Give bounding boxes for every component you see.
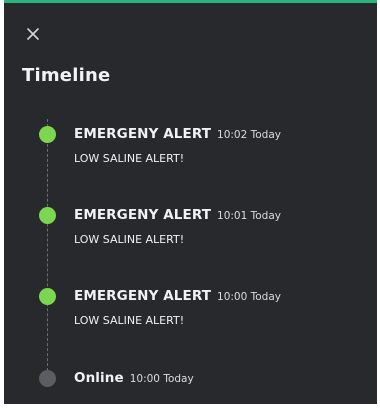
- event-title: Online: [74, 370, 124, 386]
- alert-status-dot: [39, 207, 56, 224]
- event-title: EMERGENY ALERT: [74, 207, 212, 223]
- timeline-panel: Timeline EMERGENY ALERT 10:02 Today LOW S…: [4, 0, 377, 404]
- event-time: 10:01 Today: [217, 210, 281, 222]
- event-time: 10:00 Today: [129, 373, 194, 385]
- event-message: LOW SALINE ALERT!: [74, 152, 185, 165]
- event-title: EMERGENY ALERT: [74, 288, 212, 304]
- event-time: 10:00 Today: [217, 291, 281, 303]
- event-time: 10:02 Today: [217, 129, 281, 141]
- event-title: EMERGENY ALERT: [74, 126, 212, 142]
- alert-status-dot: [39, 288, 56, 305]
- close-icon[interactable]: [24, 25, 42, 43]
- event-message: LOW SALINE ALERT!: [74, 233, 185, 246]
- alert-status-dot: [39, 126, 56, 143]
- online-status-dot: [39, 370, 56, 387]
- timeline-title: Timeline: [22, 65, 111, 86]
- event-message: LOW SALINE ALERT!: [74, 314, 185, 327]
- timeline-rail: [47, 119, 48, 381]
